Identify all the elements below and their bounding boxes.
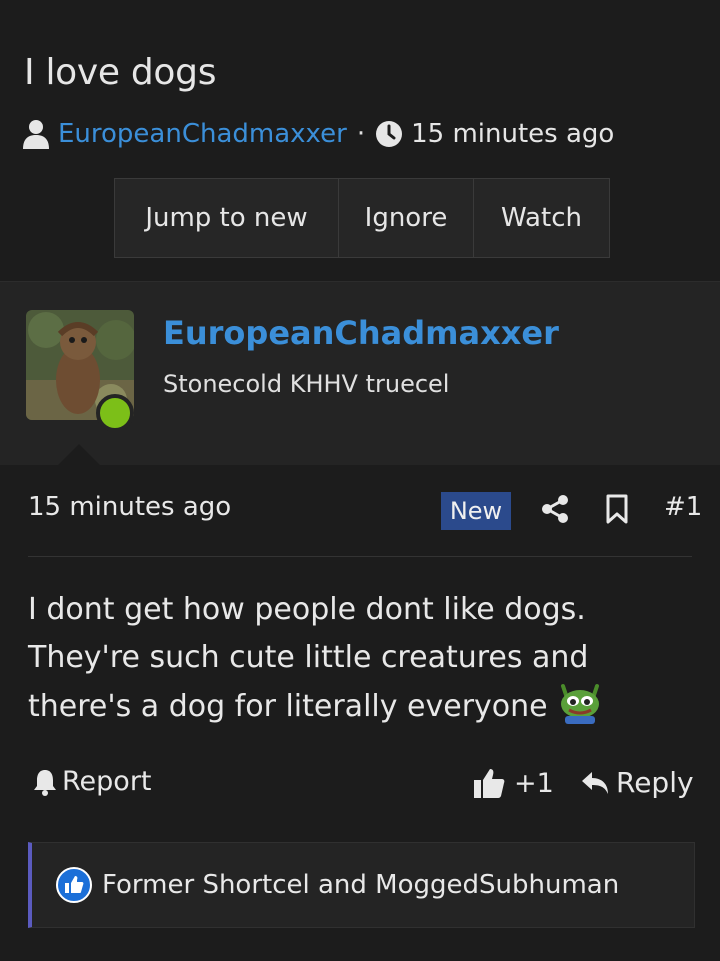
thread-time[interactable]: 15 minutes ago	[411, 119, 614, 149]
reply-button[interactable]: Reply	[580, 766, 694, 799]
share-icon[interactable]	[540, 494, 570, 524]
thread-button-group: Jump to new Ignore Watch	[114, 178, 610, 258]
like-button[interactable]: +1	[472, 766, 554, 800]
panel-caret	[57, 444, 101, 466]
post-number-link[interactable]: #1	[664, 492, 702, 522]
report-button[interactable]: Report	[32, 766, 152, 797]
like-reaction-icon	[56, 867, 92, 903]
divider	[28, 556, 692, 557]
reactions-text: Former Shortcel and MoggedSubhuman	[102, 870, 620, 900]
post-meta: 15 minutes ago New #1	[0, 480, 720, 540]
jump-to-new-button[interactable]: Jump to new	[115, 179, 339, 257]
clock-icon	[376, 121, 403, 147]
watch-button[interactable]: Watch	[474, 179, 609, 257]
reply-label: Reply	[616, 766, 694, 799]
user-icon	[23, 120, 49, 149]
reply-icon	[582, 771, 608, 794]
online-status-indicator	[96, 394, 134, 432]
post-actions: Report +1 Reply	[0, 760, 720, 810]
reactions-bar[interactable]: Former Shortcel and MoggedSubhuman	[28, 842, 695, 928]
post-user-panel: EuropeanChadmaxxer Stonecold KHHV truece…	[0, 281, 720, 465]
post-body: I dont get how people dont like dogs. Th…	[28, 586, 698, 731]
thread-meta: EuropeanChadmaxxer · 15 minutes ago	[22, 116, 614, 152]
like-count: +1	[514, 767, 554, 799]
new-badge: New	[441, 492, 511, 530]
post-body-text: I dont get how people dont like dogs. Th…	[28, 592, 589, 724]
ignore-button[interactable]: Ignore	[339, 179, 474, 257]
thread-author-link[interactable]: EuropeanChadmaxxer	[58, 119, 347, 149]
report-label: Report	[62, 766, 152, 797]
post-time[interactable]: 15 minutes ago	[28, 492, 231, 522]
meta-separator: ·	[356, 119, 366, 149]
pepe-icon	[561, 684, 600, 724]
bookmark-icon[interactable]	[604, 494, 630, 524]
post-user-title: Stonecold KHHV truecel	[163, 370, 450, 398]
thumbs-up-icon	[474, 769, 505, 798]
bell-icon	[34, 769, 56, 796]
post-author-link[interactable]: EuropeanChadmaxxer	[163, 314, 559, 352]
thread-title: I love dogs	[24, 52, 217, 93]
